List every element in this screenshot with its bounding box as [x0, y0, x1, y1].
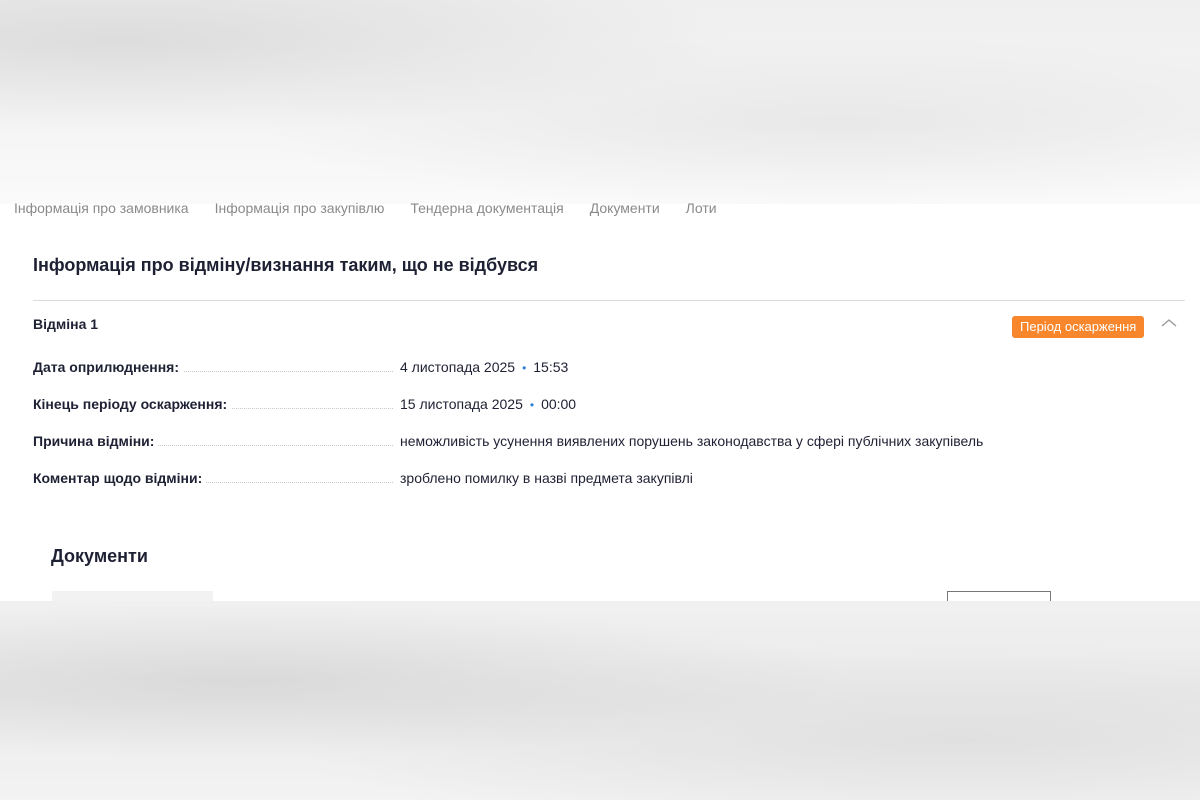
nav-item-tender-docs[interactable]: Тендерна документація — [410, 196, 563, 220]
separator-dot: • — [522, 361, 527, 375]
nav-item-customer[interactable]: Інформація про замовника — [14, 196, 189, 220]
cancellation-item-title: Відміна 1 — [33, 316, 99, 332]
cancellation-section-title: Інформація про відміну/визнання таким, щ… — [33, 255, 539, 275]
blurred-header-area — [0, 0, 1200, 204]
section-divider — [33, 300, 1185, 301]
field-value: 15 листопада 2025 • 00:00 — [400, 394, 576, 415]
field-label: Кінець періоду оскарження: — [33, 394, 232, 414]
separator-dot: • — [529, 398, 535, 412]
field-cancellation-reason: Причина відміни: неможливість усунення в… — [33, 431, 1183, 451]
time-value: 15:53 — [533, 359, 569, 375]
nav-item-documents[interactable]: Документи — [590, 196, 660, 220]
nav-item-lots[interactable]: Лоти — [686, 196, 717, 220]
appeal-period-badge: Період оскарження — [1012, 316, 1145, 338]
field-value: зроблено помилку в назві предмета закупі… — [400, 470, 693, 486]
field-value: 4 листопада 2025 • 15:53 — [400, 357, 568, 378]
field-label: Коментар щодо відміни: — [33, 468, 207, 488]
field-appeal-period-end: Кінець періоду оскарження: 15 листопада … — [33, 394, 1183, 414]
field-label: Дата оприлюднення: — [33, 357, 183, 377]
field-value: неможливість усунення виявлених порушень… — [400, 433, 984, 449]
date-value: 15 листопада 2025 — [400, 396, 523, 412]
nav-item-procurement[interactable]: Інформація про закупівлю — [215, 196, 385, 220]
blurred-footer-area — [0, 601, 1200, 800]
field-cancellation-comment: Коментар щодо відміни: зроблено помилку … — [33, 468, 1183, 488]
documents-title: Документи — [51, 546, 148, 566]
field-publication-date: Дата оприлюднення: 4 листопада 2025 • 15:5… — [33, 357, 1183, 377]
time-value: 00:00 — [541, 396, 577, 412]
date-value: 4 листопада 2025 — [400, 359, 516, 375]
field-label: Причина відміни: — [33, 431, 159, 451]
tender-nav: Інформація про замовника Інформація про … — [14, 196, 717, 220]
chevron-up-icon[interactable] — [1160, 316, 1178, 330]
